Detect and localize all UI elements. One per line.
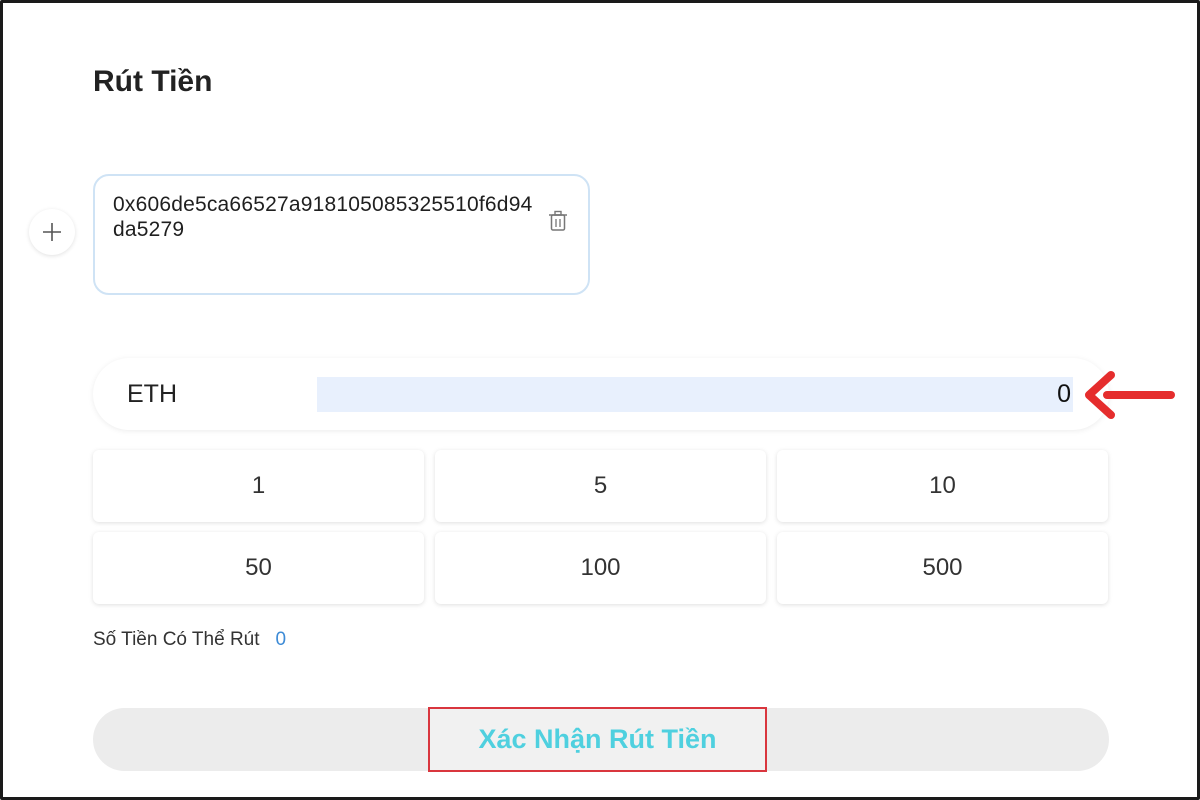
preset-button-100[interactable]: 100	[435, 532, 766, 604]
wallet-address-field[interactable]: 0x606de5ca66527a918105085325510f6d94da52…	[93, 174, 590, 295]
preset-button-5[interactable]: 5	[435, 450, 766, 522]
amount-input[interactable]	[317, 377, 1073, 412]
add-address-button[interactable]	[29, 209, 75, 255]
wallet-address-value: 0x606de5ca66527a918105085325510f6d94da52…	[113, 193, 533, 241]
confirm-withdraw-button[interactable]: Xác Nhận Rút Tiền	[428, 707, 767, 772]
amount-row: ETH	[93, 358, 1109, 430]
trash-icon[interactable]	[548, 210, 568, 232]
preset-button-50[interactable]: 50	[93, 532, 424, 604]
available-balance: Số Tiền Có Thể Rút 0	[93, 629, 286, 651]
available-balance-label: Số Tiền Có Thể Rút	[93, 629, 260, 650]
withdraw-panel: Rút Tiền 0x606de5ca66527a918105085325510…	[0, 0, 1200, 800]
currency-label: ETH	[127, 380, 177, 408]
preset-button-10[interactable]: 10	[777, 450, 1108, 522]
preset-button-500[interactable]: 500	[777, 532, 1108, 604]
preset-button-1[interactable]: 1	[93, 450, 424, 522]
page-title: Rút Tiền	[93, 65, 213, 98]
plus-icon	[43, 223, 61, 241]
available-balance-value: 0	[275, 629, 287, 650]
arrow-left-icon	[1085, 371, 1175, 419]
preset-amount-grid: 1 5 10 50 100 500	[93, 450, 1108, 605]
